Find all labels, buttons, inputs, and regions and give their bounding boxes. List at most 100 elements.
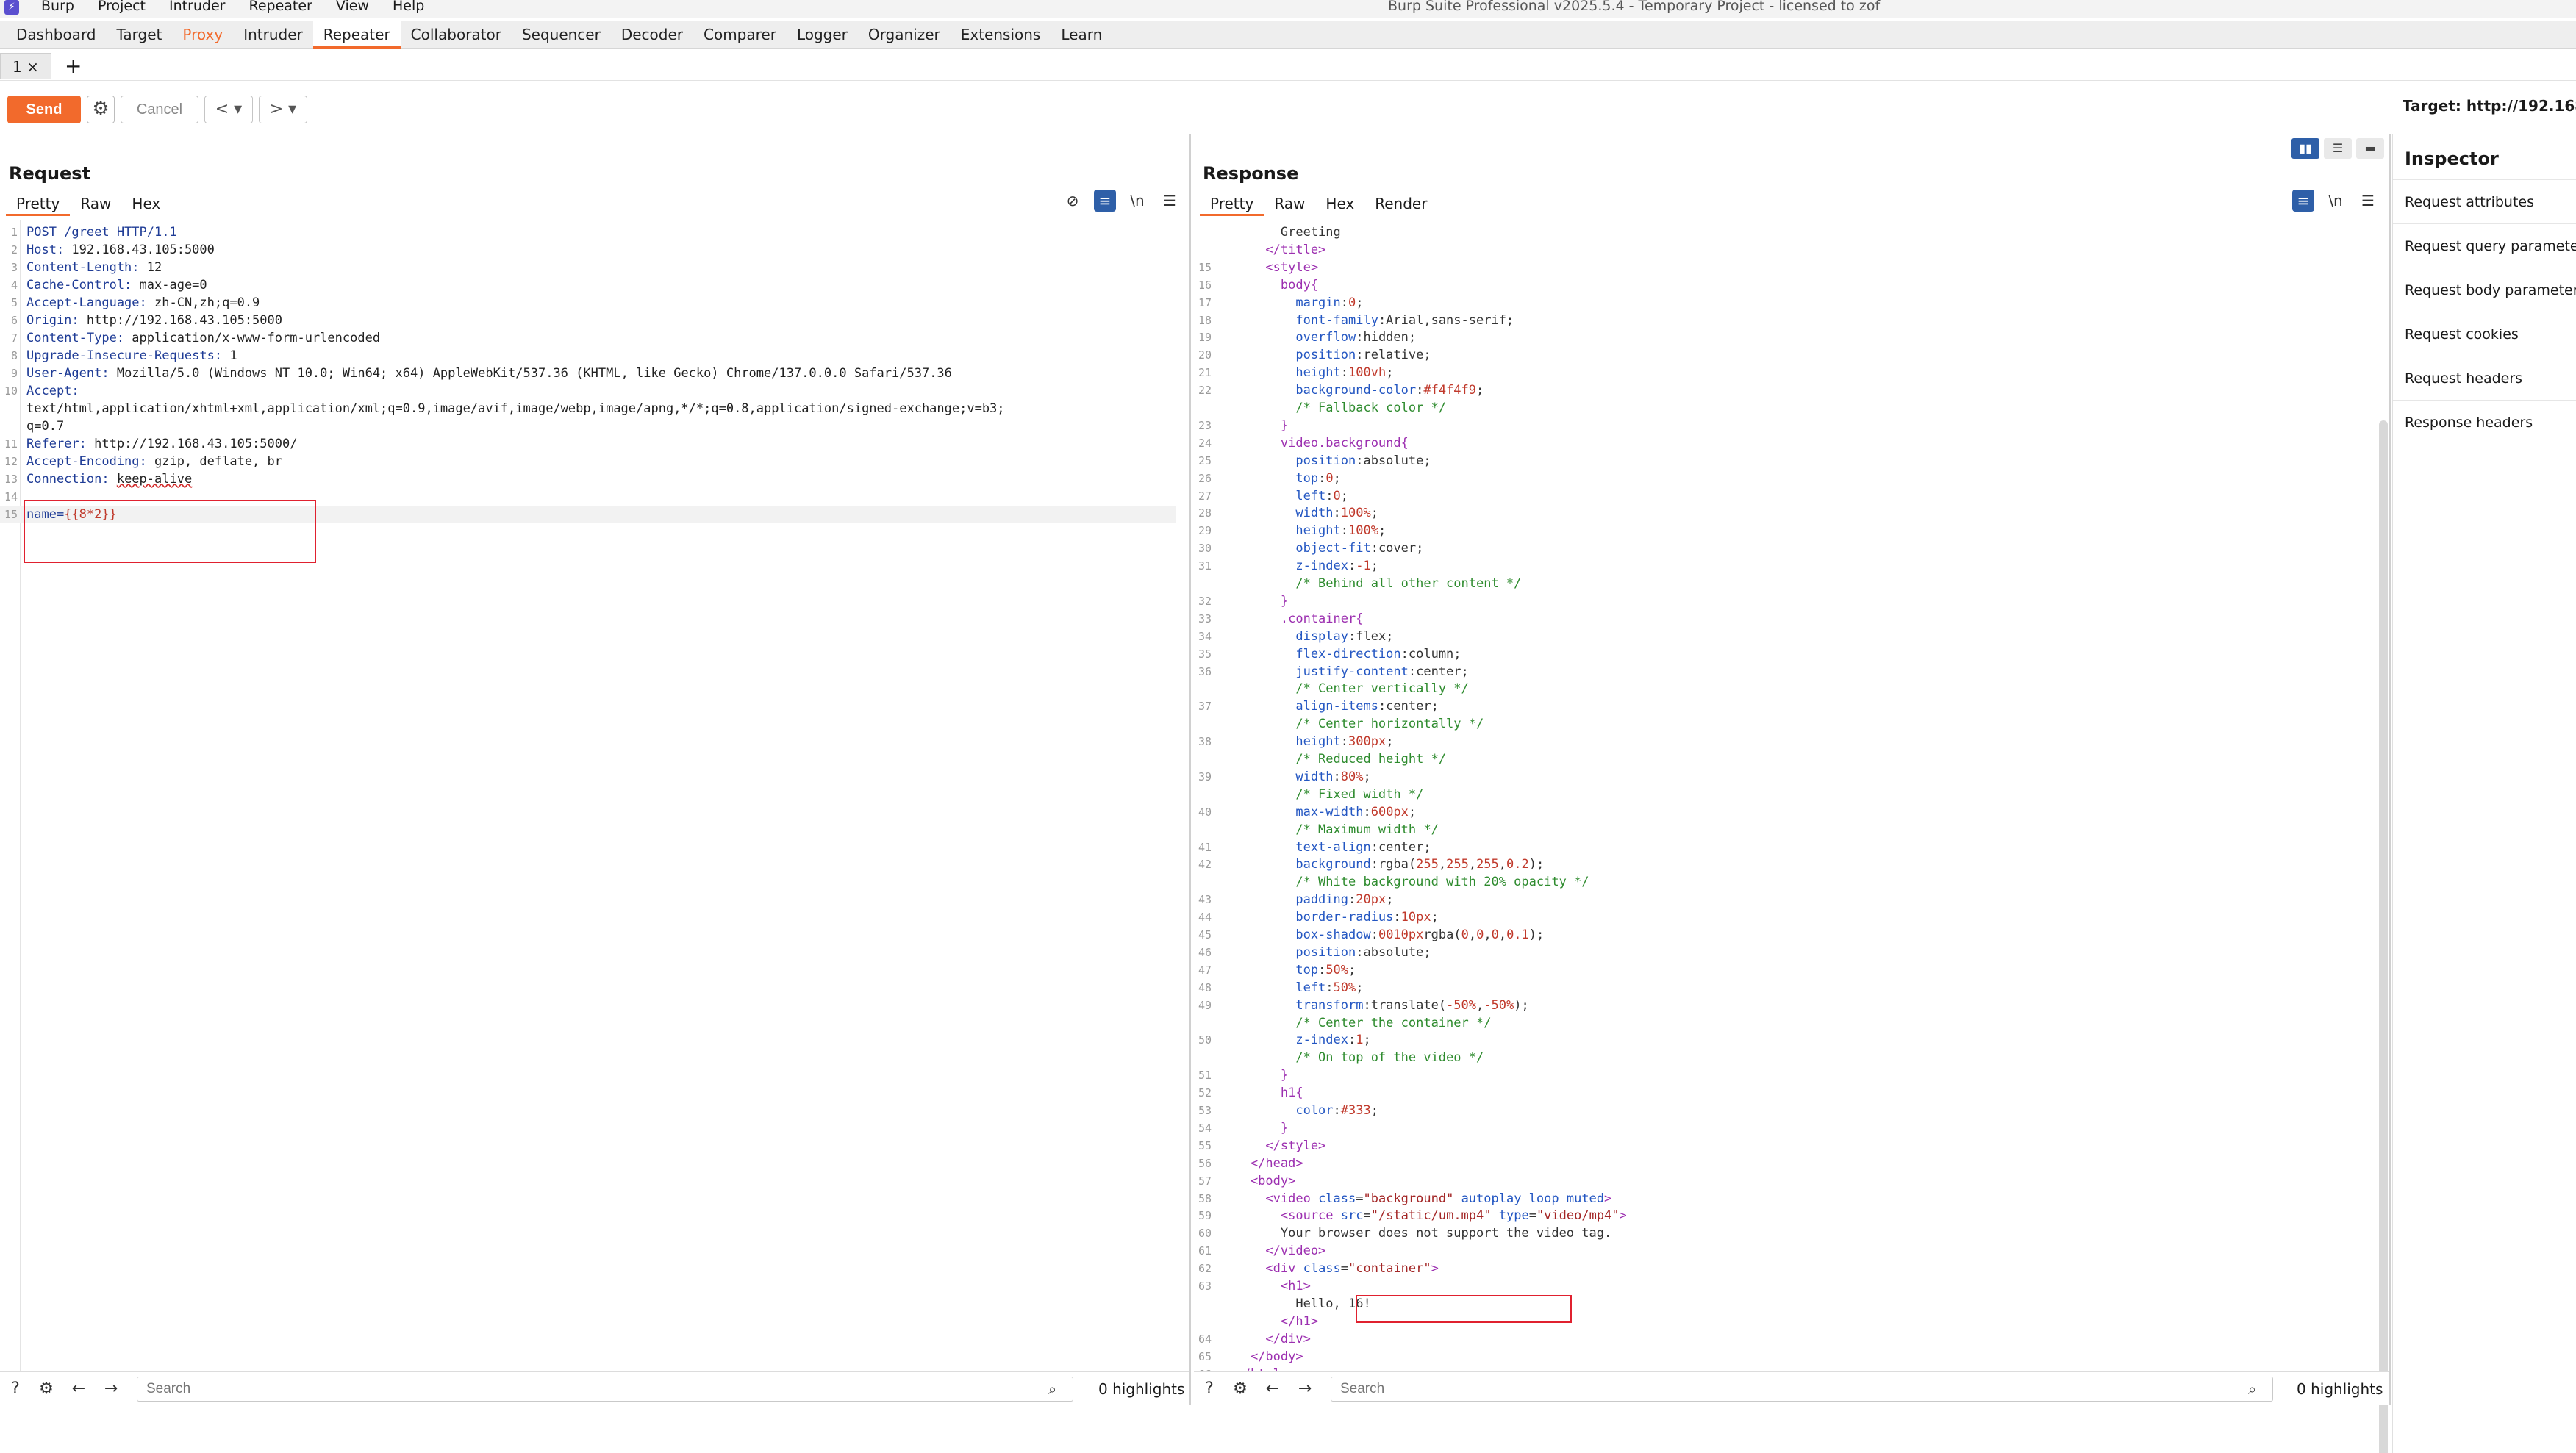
- history-forward-button[interactable]: > ▾: [259, 96, 307, 123]
- code-token: </body>: [1220, 1349, 1303, 1364]
- hamburger-menu-icon[interactable]: ☰: [2357, 190, 2379, 212]
- request-tab-raw[interactable]: Raw: [70, 191, 121, 216]
- line-number: 25: [1198, 453, 1212, 467]
- inspector-request-headers[interactable]: Request headers: [2393, 356, 2576, 400]
- cancel-button[interactable]: Cancel: [121, 96, 198, 123]
- line-code: </html>: [1220, 1366, 1288, 1372]
- menu-repeater[interactable]: Repeater: [248, 0, 312, 14]
- tab-intruder[interactable]: Intruder: [233, 21, 313, 49]
- menu-help[interactable]: Help: [393, 0, 424, 14]
- line-number: 1: [10, 226, 18, 239]
- response-editor[interactable]: Greeting </title> 15 <style> 16 body{17 ma…: [1194, 220, 2389, 1371]
- line-number: 50: [1198, 1033, 1212, 1047]
- header-key: User-Agent:: [26, 366, 117, 381]
- response-tab-raw[interactable]: Raw: [1264, 191, 1315, 216]
- code-token: /* Behind all other content */: [1220, 576, 1522, 591]
- code-token: ,: [1498, 928, 1507, 942]
- tab-dashboard[interactable]: Dashboard: [6, 21, 107, 49]
- newline-icon[interactable]: \n: [1126, 190, 1148, 212]
- tab-comparer[interactable]: Comparer: [693, 21, 787, 49]
- tab-target[interactable]: Target: [107, 21, 173, 49]
- request-line: 10 Accept:: [0, 382, 1176, 400]
- back-arrow-icon[interactable]: ←: [68, 1378, 90, 1400]
- code-token: ;: [1370, 506, 1378, 521]
- line-number: 19: [1198, 331, 1212, 345]
- response-view-tabs: Pretty Raw Hex Render: [1200, 191, 1437, 216]
- line-number: 46: [1198, 945, 1212, 959]
- line-number: 59: [1198, 1209, 1212, 1223]
- line-number: 28: [1198, 506, 1212, 520]
- tab-proxy[interactable]: Proxy: [172, 21, 233, 49]
- wrap-lines-icon[interactable]: ≡: [2292, 190, 2314, 212]
- layout-side-by-side-icon[interactable]: ▮▮: [2291, 138, 2319, 159]
- inspector-request-query-parameters[interactable]: Request query parameters: [2393, 223, 2576, 268]
- inspector-response-headers[interactable]: Response headers: [2393, 400, 2576, 444]
- code-token: </h1>: [1220, 1313, 1319, 1329]
- repeater-tabs: 1 × +: [0, 50, 2576, 81]
- settings-gear-icon[interactable]: ⚙: [1229, 1378, 1251, 1400]
- code-token: position: [1220, 453, 1356, 468]
- hide-eye-icon[interactable]: ⊘: [1062, 190, 1084, 212]
- back-arrow-icon[interactable]: ←: [1262, 1378, 1284, 1400]
- line-number: 42: [1198, 858, 1212, 872]
- help-icon[interactable]: ?: [4, 1378, 26, 1400]
- tab-logger[interactable]: Logger: [787, 21, 858, 49]
- response-tab-hex[interactable]: Hex: [1315, 191, 1364, 216]
- inspector-request-attributes[interactable]: Request attributes: [2393, 179, 2576, 223]
- menu-project[interactable]: Project: [98, 0, 146, 14]
- inspector-request-cookies[interactable]: Request cookies: [2393, 312, 2576, 356]
- send-button[interactable]: Send: [7, 96, 81, 123]
- help-icon[interactable]: ?: [1198, 1378, 1220, 1400]
- line-code: <source src="/static/um.mp4" type="video…: [1220, 1207, 1627, 1224]
- request-line: 2 Host: 192.168.43.105:5000: [0, 241, 1176, 259]
- line-number: 31: [1198, 559, 1212, 573]
- request-line: 8 Upgrade-Insecure-Requests: 1: [0, 347, 1176, 365]
- response-search-input[interactable]: [1331, 1377, 2273, 1402]
- code-token: :cover;: [1370, 541, 1424, 556]
- line-code: padding:20px;: [1220, 891, 1393, 908]
- response-tab-render[interactable]: Render: [1364, 191, 1437, 216]
- tab-collaborator[interactable]: Collaborator: [401, 21, 512, 49]
- forward-arrow-icon[interactable]: →: [100, 1378, 122, 1400]
- request-search-input[interactable]: [137, 1377, 1073, 1402]
- code-token: =: [1528, 1208, 1536, 1224]
- settings-gear-icon[interactable]: ⚙: [87, 96, 115, 123]
- line-number: 12: [4, 455, 18, 468]
- line-number: 66: [1194, 1366, 1212, 1372]
- line-code: Upgrade-Insecure-Requests: 1: [26, 347, 237, 365]
- repeater-tab-1[interactable]: 1 ×: [0, 53, 51, 79]
- code-token: top: [1220, 470, 1319, 486]
- inspector-request-body-parameters[interactable]: Request body parameters: [2393, 268, 2576, 312]
- hamburger-menu-icon[interactable]: ☰: [1159, 190, 1181, 212]
- history-back-button[interactable]: < ▾: [204, 96, 253, 123]
- wrap-lines-icon[interactable]: ≡: [1094, 190, 1116, 212]
- response-tab-pretty[interactable]: Pretty: [1200, 191, 1264, 216]
- tab-learn[interactable]: Learn: [1051, 21, 1112, 49]
- code-token: ;: [1370, 559, 1378, 574]
- request-tab-hex[interactable]: Hex: [121, 191, 171, 216]
- menu-burp[interactable]: Burp: [41, 0, 74, 14]
- request-line: q=0.7: [0, 417, 1176, 435]
- code-token: <h1>: [1220, 1279, 1311, 1294]
- code-token: /* On top of the video */: [1220, 1050, 1484, 1066]
- forward-arrow-icon[interactable]: →: [1294, 1378, 1316, 1400]
- tab-repeater[interactable]: Repeater: [312, 21, 401, 49]
- layout-stacked-icon[interactable]: ☰: [2324, 138, 2352, 159]
- layout-tabs-icon[interactable]: ▬: [2356, 138, 2384, 159]
- newline-icon[interactable]: \n: [2325, 190, 2347, 212]
- request-editor[interactable]: 1 POST /greet HTTP/1.1 2 Host: 192.168.43.1…: [0, 220, 1189, 1371]
- tab-decoder[interactable]: Decoder: [611, 21, 693, 49]
- response-scrollbar[interactable]: [2379, 420, 2388, 1453]
- tab-organizer[interactable]: Organizer: [858, 21, 951, 49]
- tab-extensions[interactable]: Extensions: [951, 21, 1051, 49]
- tab-sequencer[interactable]: Sequencer: [512, 21, 611, 49]
- line-code: Greeting: [1220, 223, 1341, 241]
- menu-view[interactable]: View: [336, 0, 369, 14]
- menu-intruder[interactable]: Intruder: [169, 0, 226, 14]
- target-label[interactable]: Target: http://192.168.43.105:5000: [2403, 97, 2576, 115]
- add-tab-button[interactable]: +: [65, 53, 82, 79]
- code-token: height: [1220, 365, 1341, 381]
- settings-gear-icon[interactable]: ⚙: [35, 1378, 57, 1400]
- code-token: width: [1220, 769, 1334, 784]
- request-tab-pretty[interactable]: Pretty: [6, 191, 71, 216]
